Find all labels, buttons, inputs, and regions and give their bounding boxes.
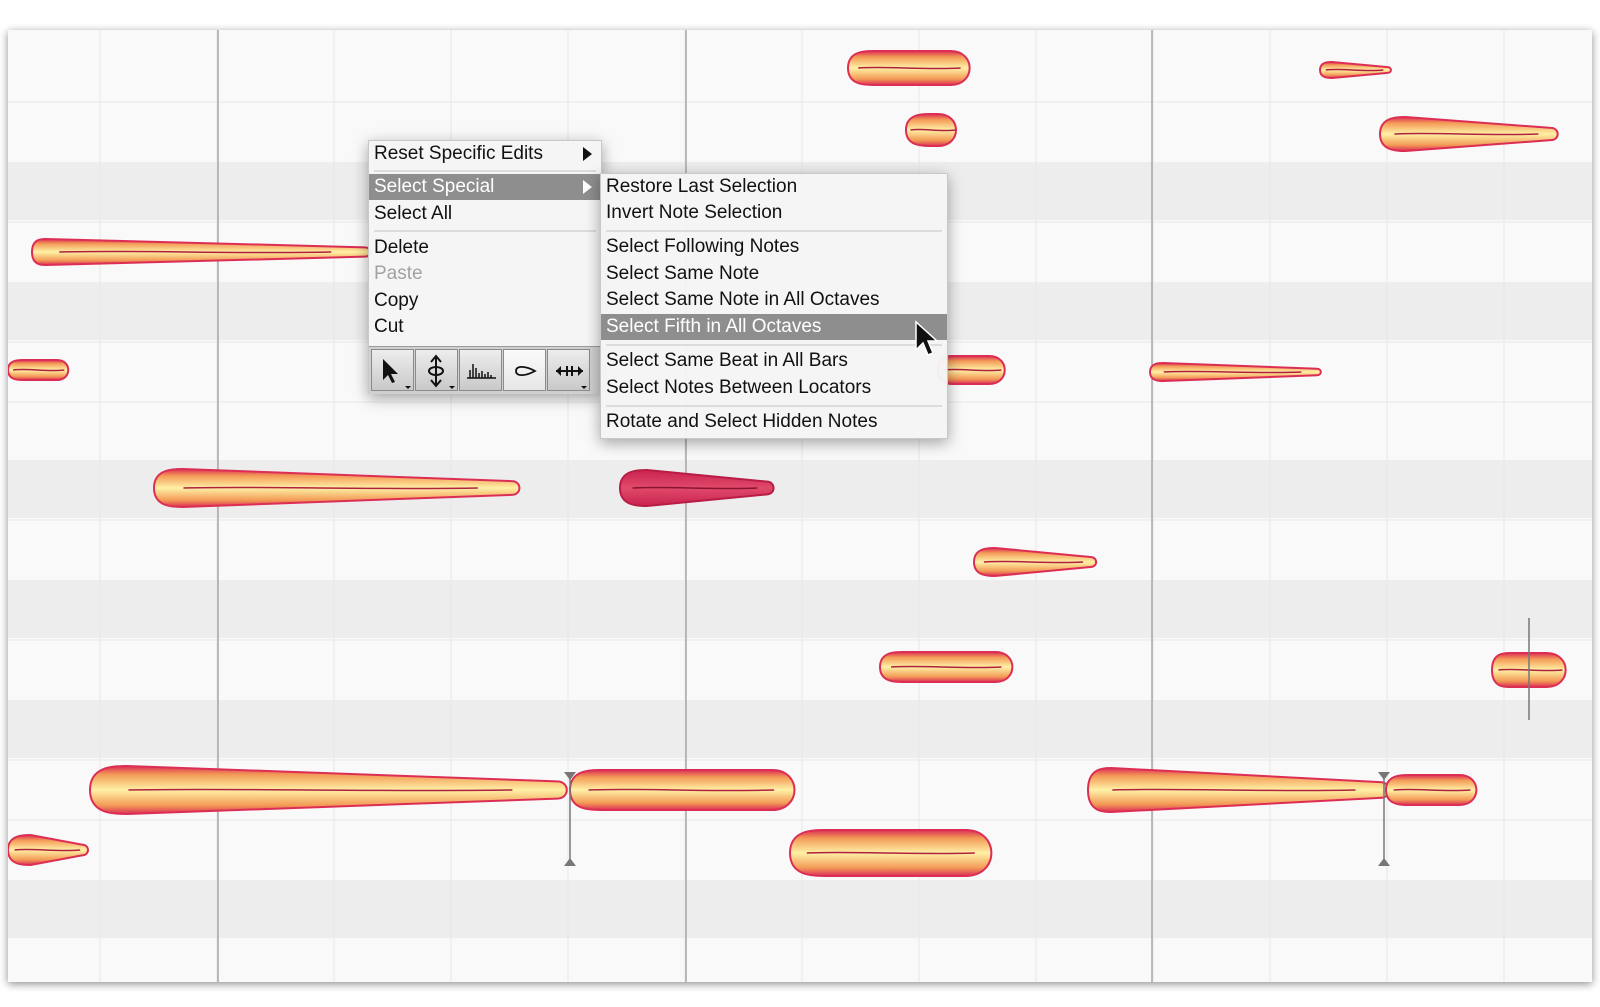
menu-item-label: Select Same Note [606,263,760,284]
menu-item-reset-specific-edits[interactable]: Reset Specific Edits [369,141,601,167]
submenu-item-select-same-beat-all-bars[interactable]: Select Same Beat in All Bars [601,348,947,374]
submenu-item-select-notes-between-locators[interactable]: Select Notes Between Locators [601,375,947,401]
menu-item-select-special[interactable]: Select Special [369,174,601,200]
menu-item-label: Select Same Note in All Octaves [606,289,880,310]
submenu-item-select-same-note-all-octaves[interactable]: Select Same Note in All Octaves [601,287,947,313]
formant-tool-icon [467,364,496,379]
submenu-arrow-icon [583,180,592,194]
time-tool-icon [556,366,587,389]
menu-item-label: Rotate and Select Hidden Notes [606,411,878,432]
pitch-tool-button[interactable] [415,349,458,391]
select-special-submenu: Restore Last Selection Invert Note Selec… [600,173,948,439]
arrow-pointer-icon [383,359,411,389]
menu-item-label: Reset Specific Edits [374,143,543,164]
separation-handle-bottom [564,858,576,866]
separation-handle-top [1378,772,1390,780]
menu-item-label: Select Notes Between Locators [606,377,872,398]
menu-item-label: Select Special [374,176,495,197]
menu-item-label: Restore Last Selection [606,176,798,197]
submenu-item-select-following-notes[interactable]: Select Following Notes [601,234,947,260]
submenu-item-restore-last-selection[interactable]: Restore Last Selection [601,174,947,200]
pitch-lane [8,880,1592,938]
pitch-lane [8,700,1592,758]
submenu-item-select-same-note[interactable]: Select Same Note [601,261,947,287]
submenu-item-invert-note-selection[interactable]: Invert Note Selection [601,200,947,226]
menu-item-label: Select Same Beat in All Bars [606,350,848,371]
submenu-item-rotate-select-hidden-notes[interactable]: Rotate and Select Hidden Notes [601,409,947,435]
menu-item-copy[interactable]: Copy [369,288,601,314]
separation-handle-bottom [1378,858,1390,866]
submenu-arrow-icon [583,147,592,161]
menu-item-cut[interactable]: Cut [369,314,601,340]
formant-tool-button[interactable] [459,349,502,391]
amplitude-tool-button[interactable] [503,349,546,391]
pitch-lane [8,580,1592,638]
menu-item-label: Select Fifth in All Octaves [606,316,822,337]
menu-item-select-all[interactable]: Select All [369,201,601,227]
menu-item-label: Cut [374,316,404,337]
menu-item-label: Copy [374,290,419,311]
menu-item-label: Delete [374,237,429,258]
menu-item-label: Select All [374,203,453,224]
pitch-tool-icon [428,354,455,389]
menu-separator [606,405,942,407]
menu-separator [606,344,942,346]
context-menu: Reset Specific Edits Select Special Sele… [368,140,602,394]
menu-separator [374,230,596,232]
tool-palette [369,346,601,394]
menu-item-label: Select Following Notes [606,236,800,257]
mouse-pointer-icon [915,320,939,356]
menu-item-delete[interactable]: Delete [369,235,601,261]
amplitude-tool-icon [515,365,537,377]
menu-item-label: Paste [374,263,423,284]
menu-separator [606,230,942,232]
main-tool-button[interactable] [371,349,414,391]
note-editor-window: Reset Specific Edits Select Special Sele… [8,30,1592,982]
menu-item-paste: Paste [369,261,601,287]
time-tool-button[interactable] [547,349,590,391]
submenu-item-select-fifth-all-octaves[interactable]: Select Fifth in All Octaves [601,314,947,340]
menu-separator [374,170,596,172]
menu-item-label: Invert Note Selection [606,202,783,223]
